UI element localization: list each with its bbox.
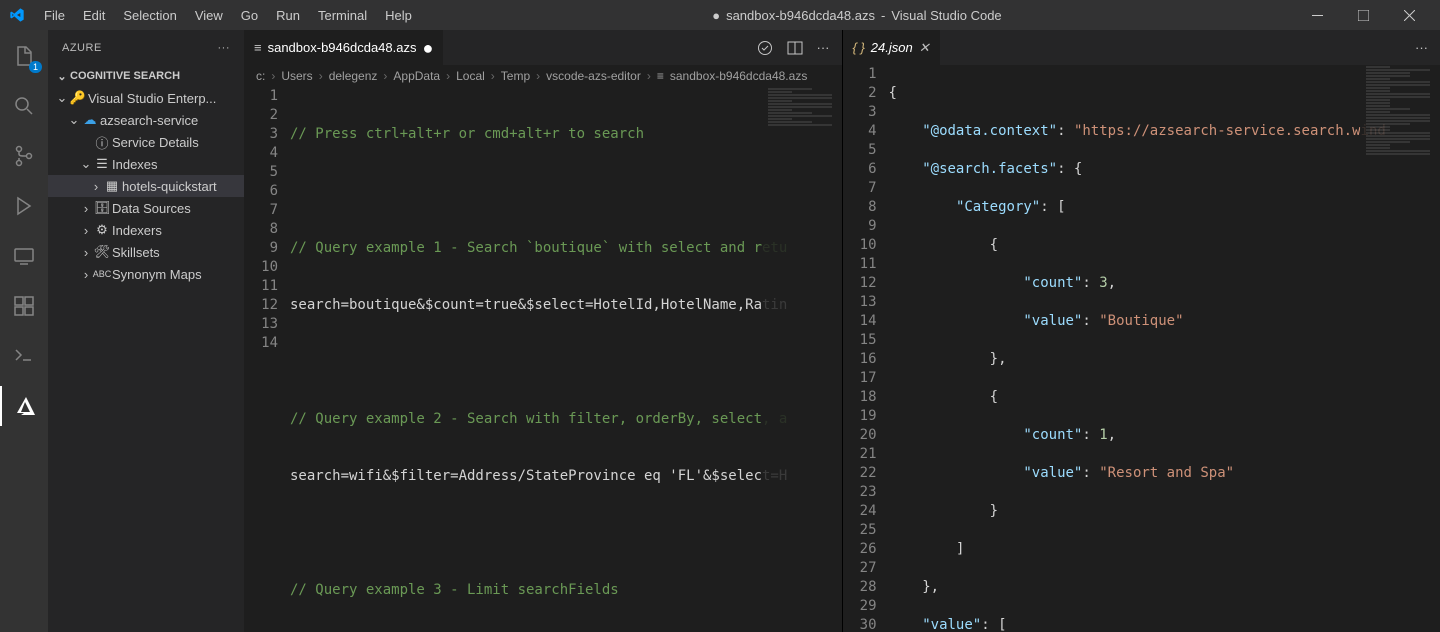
tree-skillsets[interactable]: › 🛠 Skillsets	[48, 241, 244, 263]
info-icon: ⓘ	[94, 133, 110, 152]
editor-group: ≡ sandbox-b946dcda48.azs ● ··· c:› Users…	[244, 30, 1440, 632]
gutter-left: 1234567891011121314	[244, 87, 290, 632]
abc-icon: ABC	[94, 269, 110, 279]
tab-actions-left: ···	[757, 30, 842, 65]
key-icon: 🔑	[70, 90, 86, 106]
database-icon: 🗄	[94, 200, 110, 216]
explorer-badge: 1	[29, 61, 42, 73]
main-area: 1 AZURE ··· ⌄ CO	[0, 30, 1440, 632]
tab-actions-right: ···	[1415, 30, 1440, 65]
tab-bar-right: { } 24.json ✕ ···	[843, 30, 1440, 65]
chevron-right-icon: ›	[78, 267, 94, 282]
extensions-icon[interactable]	[0, 286, 48, 326]
menu-selection[interactable]: Selection	[115, 4, 184, 27]
tree-data-sources[interactable]: › 🗄 Data Sources	[48, 197, 244, 219]
tab-bar-left: ≡ sandbox-b946dcda48.azs ● ···	[244, 30, 842, 65]
grid-icon: ▦	[104, 178, 120, 194]
breadcrumb-left[interactable]: c:› Users› delegenz› AppData› Local› Tem…	[244, 65, 842, 87]
file-icon: ≡	[254, 40, 262, 55]
editor-left: ≡ sandbox-b946dcda48.azs ● ··· c:› Users…	[244, 30, 843, 632]
menu-terminal[interactable]: Terminal	[310, 4, 375, 27]
maximize-button[interactable]	[1340, 0, 1386, 30]
sidebar-more-icon[interactable]: ···	[218, 42, 231, 54]
menu-view[interactable]: View	[187, 4, 231, 27]
search-icon[interactable]	[0, 86, 48, 126]
explorer-icon[interactable]: 1	[0, 36, 48, 76]
run-debug-icon[interactable]	[0, 186, 48, 226]
cloud-search-icon: ☁	[82, 112, 98, 128]
activity-bar: 1	[0, 30, 48, 632]
gutter-right: 1234567891011121314151617181920212223242…	[843, 65, 889, 632]
close-button[interactable]	[1386, 0, 1432, 30]
tools-icon: 🛠	[94, 244, 110, 260]
menu-file[interactable]: File	[36, 4, 73, 27]
minimap-right[interactable]	[1360, 65, 1440, 610]
code-lines-left: // Press ctrl+alt+r or cmd+alt+r to sear…	[290, 87, 842, 632]
more-icon[interactable]: ···	[1415, 40, 1428, 55]
menu-edit[interactable]: Edit	[75, 4, 113, 27]
code-area-right[interactable]: 1234567891011121314151617181920212223242…	[843, 65, 1440, 632]
code-lines-right: { "@odata.context": "https://azsearch-se…	[889, 65, 1440, 632]
window-title: ● sandbox-b946dcda48.azs - Visual Studio…	[420, 8, 1294, 23]
chevron-down-icon: ⌄	[66, 112, 82, 128]
menu-help[interactable]: Help	[377, 4, 420, 27]
chevron-right-icon: ›	[78, 223, 94, 238]
close-icon[interactable]: ✕	[919, 40, 930, 56]
run-check-icon[interactable]	[757, 40, 773, 56]
tab-sandbox[interactable]: ≡ sandbox-b946dcda48.azs ●	[244, 30, 444, 65]
chevron-right-icon: ›	[88, 179, 104, 194]
minimap-left[interactable]	[762, 87, 842, 632]
file-icon: ≡	[657, 69, 664, 83]
source-control-icon[interactable]	[0, 136, 48, 176]
json-icon: { }	[853, 40, 865, 55]
tree-service-details[interactable]: ⓘ Service Details	[48, 131, 244, 153]
vscode-logo-icon	[8, 6, 26, 24]
list-icon: ☰	[94, 156, 110, 172]
tree-section-cognitive-search[interactable]: ⌄ COGNITIVE SEARCH	[48, 65, 244, 87]
editor-right: { } 24.json ✕ ··· 1234567891011121314151…	[843, 30, 1440, 632]
sidebar: AZURE ··· ⌄ COGNITIVE SEARCH ⌄ 🔑 Visual …	[48, 30, 244, 632]
tree-indexes[interactable]: ⌄ ☰ Indexes	[48, 153, 244, 175]
tree-indexers[interactable]: › ⚙ Indexers	[48, 219, 244, 241]
dirty-dot: ●	[712, 8, 720, 23]
tree: ⌄ COGNITIVE SEARCH ⌄ 🔑 Visual Studio Ent…	[48, 65, 244, 285]
sidebar-title: AZURE	[62, 42, 102, 54]
tab-24json[interactable]: { } 24.json ✕	[843, 30, 941, 65]
chevron-right-icon: ›	[78, 201, 94, 216]
code-area-left[interactable]: 1234567891011121314 // Press ctrl+alt+r …	[244, 87, 842, 632]
tree-hotels-quickstart[interactable]: › ▦ hotels-quickstart	[48, 175, 244, 197]
sidebar-header: AZURE ···	[48, 30, 244, 65]
main-menu: File Edit Selection View Go Run Terminal…	[36, 4, 420, 27]
remote-explorer-icon[interactable]	[0, 236, 48, 276]
tree-subscription[interactable]: ⌄ 🔑 Visual Studio Enterp...	[48, 87, 244, 109]
more-icon[interactable]: ···	[817, 40, 830, 55]
azure-icon[interactable]	[0, 386, 48, 426]
minimize-button[interactable]	[1294, 0, 1340, 30]
process-icon: ⚙	[94, 222, 110, 238]
chevron-down-icon: ⌄	[78, 156, 94, 172]
tree-synonym-maps[interactable]: › ABC Synonym Maps	[48, 263, 244, 285]
chevron-right-icon: ›	[78, 245, 94, 260]
tree-azsearch-service[interactable]: ⌄ ☁ azsearch-service	[48, 109, 244, 131]
titlebar: File Edit Selection View Go Run Terminal…	[0, 0, 1440, 30]
split-editor-icon[interactable]	[787, 40, 803, 56]
terminal-panel-icon[interactable]	[0, 336, 48, 376]
chevron-down-icon: ⌄	[54, 90, 70, 106]
window-controls	[1294, 0, 1432, 30]
chevron-down-icon: ⌄	[54, 70, 70, 83]
menu-go[interactable]: Go	[233, 4, 266, 27]
menu-run[interactable]: Run	[268, 4, 308, 27]
